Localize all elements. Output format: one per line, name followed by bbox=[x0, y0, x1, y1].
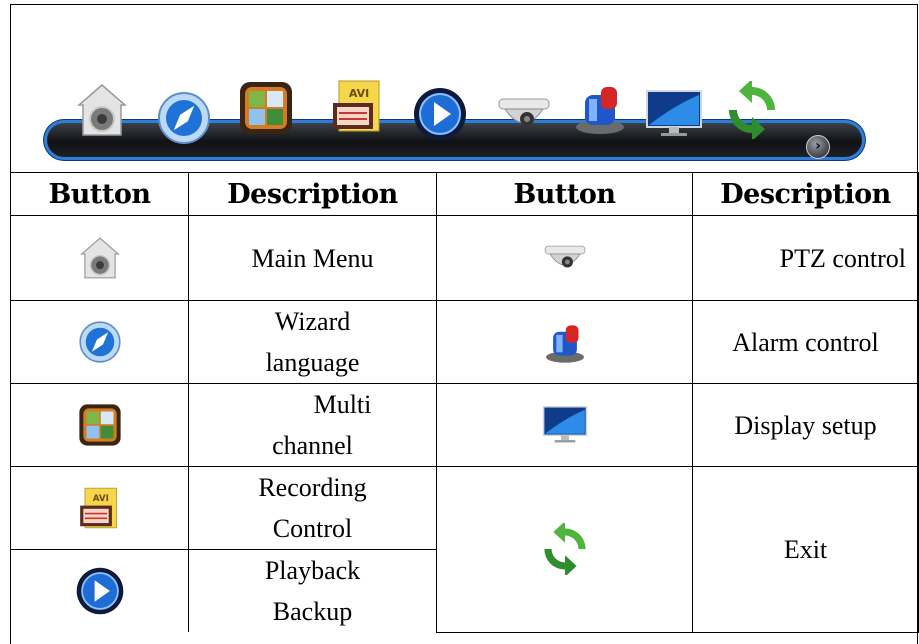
header-description-right: Description bbox=[692, 172, 919, 216]
multi-channel-icon bbox=[78, 404, 121, 446]
home-lock-icon bbox=[79, 237, 120, 279]
description-cell: Main Menu bbox=[188, 215, 437, 301]
description-cell: Exit bbox=[692, 466, 919, 633]
description-text: Alarm control bbox=[732, 327, 879, 357]
header-description-left: Description bbox=[188, 172, 437, 216]
monitor-icon[interactable] bbox=[645, 85, 703, 143]
home-lock-icon[interactable] bbox=[73, 81, 131, 139]
table-row: AVI Recording Control Exit bbox=[10, 466, 919, 633]
button-cell bbox=[10, 215, 189, 301]
button-cell bbox=[10, 383, 189, 467]
header-button-left: Button bbox=[10, 172, 189, 216]
table-row: Main Menu PTZ control bbox=[10, 215, 919, 301]
description-cell: Multi channel bbox=[188, 383, 437, 467]
compass-icon[interactable] bbox=[155, 89, 213, 147]
description-text: Wizard language bbox=[265, 307, 360, 377]
monitor-icon bbox=[542, 405, 587, 443]
description-text: Display setup bbox=[734, 410, 877, 440]
play-icon bbox=[76, 567, 123, 615]
play-icon[interactable] bbox=[411, 85, 469, 143]
more-arrow-button[interactable]: › bbox=[806, 135, 830, 159]
button-cell bbox=[10, 549, 189, 632]
alarm-siren-icon[interactable] bbox=[571, 79, 629, 137]
button-cell bbox=[436, 215, 693, 301]
dome-camera-icon[interactable] bbox=[495, 85, 553, 143]
description-text: PTZ control bbox=[779, 243, 906, 273]
table-header-row: Button Description Button Description bbox=[10, 172, 919, 216]
description-text: Multi channel bbox=[272, 390, 372, 460]
table-row: Multi channel Display setup bbox=[10, 383, 919, 467]
button-cell bbox=[436, 466, 693, 633]
description-text: Exit bbox=[783, 534, 828, 564]
description-cell: Playback Backup bbox=[188, 549, 437, 632]
dome-camera-icon bbox=[544, 245, 585, 268]
alarm-siren-icon bbox=[545, 325, 584, 363]
svg-text:AVI: AVI bbox=[92, 494, 108, 504]
description-text: Main Menu bbox=[251, 243, 374, 273]
description-cell: Recording Control bbox=[188, 466, 437, 550]
refresh-exit-icon bbox=[543, 523, 586, 576]
compass-icon bbox=[78, 321, 121, 363]
avi-record-icon: AVI bbox=[79, 487, 117, 529]
description-text: Playback Backup bbox=[264, 556, 361, 626]
description-cell: Wizard language bbox=[188, 300, 437, 384]
refresh-exit-icon[interactable] bbox=[723, 81, 781, 139]
description-text: Recording Control bbox=[258, 473, 367, 543]
toolbar-illustration: AVI › bbox=[11, 5, 917, 172]
multi-channel-icon[interactable] bbox=[237, 79, 295, 137]
svg-text:AVI: AVI bbox=[349, 87, 369, 100]
description-cell: PTZ control bbox=[692, 215, 919, 301]
button-description-table: Button Description Button Description Ma… bbox=[10, 172, 919, 633]
header-button-right: Button bbox=[436, 172, 693, 216]
button-cell bbox=[10, 300, 189, 384]
table-row: Wizard language Alarm control bbox=[10, 300, 919, 384]
description-cell: Alarm control bbox=[692, 300, 919, 384]
avi-record-icon[interactable]: AVI bbox=[329, 77, 387, 135]
button-cell: AVI bbox=[10, 466, 189, 550]
description-cell: Display setup bbox=[692, 383, 919, 467]
button-cell bbox=[436, 300, 693, 384]
button-cell bbox=[436, 383, 693, 467]
